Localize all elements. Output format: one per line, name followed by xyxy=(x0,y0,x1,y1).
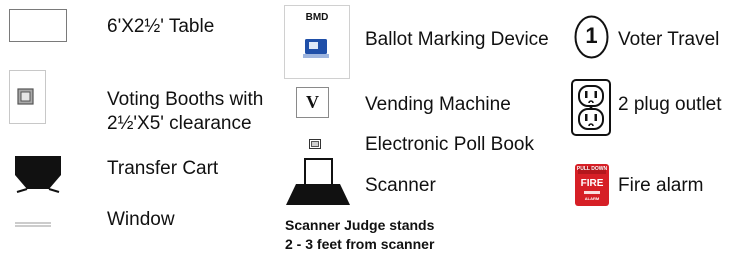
transfer-cart-icon xyxy=(14,155,62,193)
bmd-label: Ballot Marking Device xyxy=(365,29,549,50)
window-icon xyxy=(15,222,51,228)
outlet-icon xyxy=(571,79,611,136)
fire-alarm-icon-bottom-text: ALARM xyxy=(584,196,600,201)
outlet-label: 2 plug outlet xyxy=(618,94,722,115)
scanner-label: Scanner xyxy=(365,175,436,196)
bmd-icon-caption: BMD xyxy=(305,12,329,23)
voting-booths-label-line2: 2½'X5' clearance xyxy=(107,113,252,134)
transfer-cart-label: Transfer Cart xyxy=(107,158,219,179)
scanner-icon xyxy=(285,158,351,206)
voter-travel-number: 1 xyxy=(585,23,598,48)
table-icon xyxy=(9,9,67,42)
table-label: 6'X2½' Table xyxy=(107,16,215,37)
voting-booths-label-line1: Voting Booths with xyxy=(107,89,264,110)
fire-alarm-icon-main-text: FIRE xyxy=(580,178,604,189)
poll-book-icon xyxy=(309,139,321,149)
fire-alarm-label: Fire alarm xyxy=(618,175,704,196)
vending-machine-label: Vending Machine xyxy=(365,94,511,115)
vending-machine-icon-letter: V xyxy=(306,92,319,112)
poll-book-label: Electronic Poll Book xyxy=(365,134,534,155)
voting-booth-icon xyxy=(9,70,46,124)
window-label: Window xyxy=(107,209,175,230)
voting-booths-label: Voting Booths with 2½'X5' clearance xyxy=(107,88,263,136)
fire-alarm-icon-top-text: PULL DOWN xyxy=(576,166,608,172)
voter-travel-label: Voter Travel xyxy=(618,29,720,50)
